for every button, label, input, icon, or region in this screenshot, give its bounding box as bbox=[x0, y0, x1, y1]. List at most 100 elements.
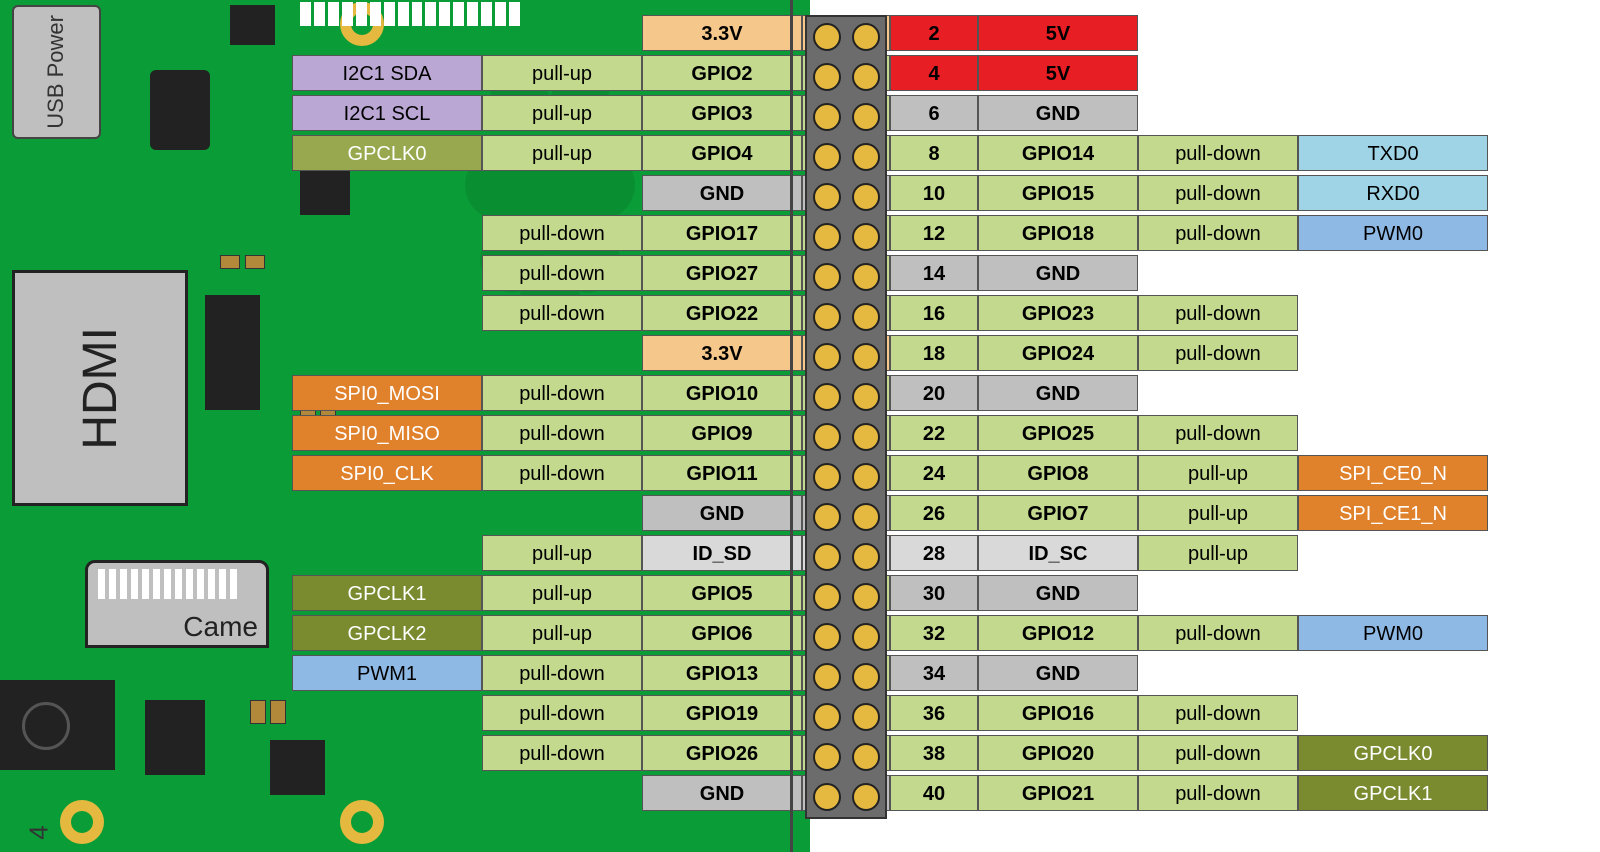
pin-name: GPIO19 bbox=[642, 695, 802, 731]
header-pin-icon bbox=[852, 343, 880, 371]
audio-jack bbox=[0, 680, 115, 770]
pin-pull: pull-down bbox=[1138, 775, 1298, 811]
pin-number: 12 bbox=[890, 215, 978, 251]
header-pin-icon bbox=[852, 783, 880, 811]
header-pin-icon bbox=[813, 303, 841, 331]
pin-name: 5V bbox=[978, 55, 1138, 91]
pin-pull: pull-down bbox=[482, 735, 642, 771]
header-pin-icon bbox=[813, 223, 841, 251]
header-pin-icon bbox=[813, 183, 841, 211]
pin-name: GPIO14 bbox=[978, 135, 1138, 171]
pin-pull: pull-down bbox=[482, 695, 642, 731]
pin-row: 16GPIO23pull-down bbox=[890, 295, 1488, 331]
pin-number: 16 bbox=[890, 295, 978, 331]
header-row bbox=[807, 377, 885, 417]
pin-alt: GPCLK0 bbox=[1298, 735, 1488, 771]
pin-name: GPIO2 bbox=[642, 55, 802, 91]
hdmi-connector: HDMI bbox=[12, 270, 188, 506]
pin-name: GPIO8 bbox=[978, 455, 1138, 491]
pin-name: 3.3V bbox=[642, 15, 802, 51]
pin-name: GND bbox=[978, 255, 1138, 291]
pin-row: 45V bbox=[890, 55, 1488, 91]
pin-name: 3.3V bbox=[642, 335, 802, 371]
pin-alt: PWM0 bbox=[1298, 615, 1488, 651]
header-row bbox=[807, 497, 885, 537]
header-row bbox=[807, 457, 885, 497]
header-row bbox=[807, 137, 885, 177]
header-pin-icon bbox=[813, 263, 841, 291]
pin-alt: SPI_CE0_N bbox=[1298, 455, 1488, 491]
chip-icon bbox=[205, 295, 260, 410]
pin-alt: GPCLK1 bbox=[292, 575, 482, 611]
pin-pull: pull-up bbox=[1138, 455, 1298, 491]
header-pin-icon bbox=[813, 743, 841, 771]
pin-row: 25V bbox=[890, 15, 1488, 51]
pin-row: 38GPIO20pull-downGPCLK0 bbox=[890, 735, 1488, 771]
header-pin-icon bbox=[813, 623, 841, 651]
pin-name: GPIO3 bbox=[642, 95, 802, 131]
header-row bbox=[807, 17, 885, 57]
pin-row: 6GND bbox=[890, 95, 1488, 131]
camera-pins bbox=[98, 569, 256, 599]
header-pin-icon bbox=[813, 663, 841, 691]
camera-label: Came bbox=[183, 611, 258, 643]
header-row bbox=[807, 697, 885, 737]
pin-row: 40GPIO21pull-downGPCLK1 bbox=[890, 775, 1488, 811]
header-row bbox=[807, 57, 885, 97]
header-pin-icon bbox=[813, 103, 841, 131]
pin-name: GPIO9 bbox=[642, 415, 802, 451]
pin-alt: I2C1 SCL bbox=[292, 95, 482, 131]
pin-pull: pull-down bbox=[482, 655, 642, 691]
pin-alt: GPCLK1 bbox=[1298, 775, 1488, 811]
pin-number: 24 bbox=[890, 455, 978, 491]
header-pin-icon bbox=[852, 583, 880, 611]
pin-row: 14GND bbox=[890, 255, 1488, 291]
pin-pull: pull-up bbox=[482, 95, 642, 131]
header-pin-icon bbox=[852, 543, 880, 571]
pin-number: 34 bbox=[890, 655, 978, 691]
header-pin-icon bbox=[852, 23, 880, 51]
pin-alt: SPI_CE1_N bbox=[1298, 495, 1488, 531]
header-pin-icon bbox=[852, 503, 880, 531]
pin-name: GPIO11 bbox=[642, 455, 802, 491]
pin-pull: pull-up bbox=[482, 575, 642, 611]
pin-name: GND bbox=[978, 95, 1138, 131]
pin-alt: PWM1 bbox=[292, 655, 482, 691]
pin-alt: GPCLK0 bbox=[292, 135, 482, 171]
usb-power-connector: USB Power bbox=[12, 5, 101, 139]
header-pin-icon bbox=[852, 63, 880, 91]
header-pin-icon bbox=[852, 743, 880, 771]
pin-pull: pull-down bbox=[482, 455, 642, 491]
pinout-left: 3.3V1I2C1 SDApull-upGPIO23I2C1 SCLpull-u… bbox=[292, 15, 890, 815]
pin-row: 22GPIO25pull-down bbox=[890, 415, 1488, 451]
header-row bbox=[807, 337, 885, 377]
pin-name: GPIO22 bbox=[642, 295, 802, 331]
pin-number: 10 bbox=[890, 175, 978, 211]
header-pin-icon bbox=[852, 103, 880, 131]
header-pin-icon bbox=[813, 423, 841, 451]
header-row bbox=[807, 297, 885, 337]
pin-number: 36 bbox=[890, 695, 978, 731]
pin-name: ID_SC bbox=[978, 535, 1138, 571]
header-pin-icon bbox=[852, 183, 880, 211]
header-pin-icon bbox=[813, 783, 841, 811]
pin-number: 22 bbox=[890, 415, 978, 451]
pin-row: SPI0_MOSIpull-downGPIO1019 bbox=[292, 375, 890, 411]
passive-icon bbox=[250, 700, 266, 724]
header-pin-icon bbox=[813, 463, 841, 491]
pin-row: 26GPIO7pull-upSPI_CE1_N bbox=[890, 495, 1488, 531]
pin-row: PWM1pull-downGPIO1333 bbox=[292, 655, 890, 691]
pin-name: GND bbox=[642, 175, 802, 211]
pin-name: GPIO12 bbox=[978, 615, 1138, 651]
pin-name: GND bbox=[642, 495, 802, 531]
header-row bbox=[807, 257, 885, 297]
pin-alt: TXD0 bbox=[1298, 135, 1488, 171]
pin-name: GPIO7 bbox=[978, 495, 1138, 531]
pin-name: GPIO26 bbox=[642, 735, 802, 771]
header-pin-icon bbox=[813, 703, 841, 731]
header-pin-icon bbox=[813, 63, 841, 91]
pin-pull: pull-up bbox=[482, 535, 642, 571]
pin-name: GPIO18 bbox=[978, 215, 1138, 251]
pin-pull: pull-down bbox=[1138, 695, 1298, 731]
pin-pull: pull-down bbox=[1138, 135, 1298, 171]
